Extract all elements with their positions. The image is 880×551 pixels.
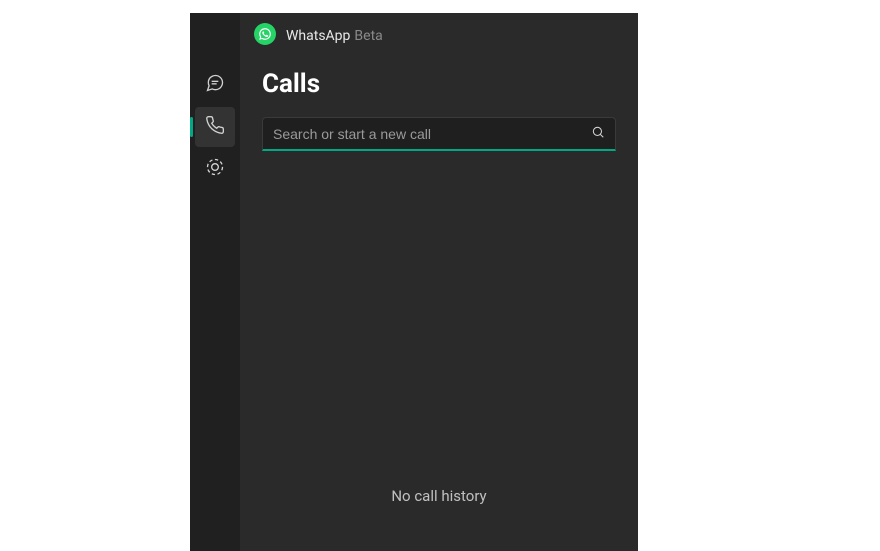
app-window: WhatsAppBeta Calls No call history	[190, 13, 638, 551]
app-title-group: WhatsAppBeta	[286, 25, 383, 44]
app-beta-label: Beta	[354, 28, 382, 44]
sidebar	[190, 13, 240, 551]
search-icon	[591, 125, 605, 142]
empty-state-message: No call history	[240, 487, 638, 505]
sidebar-item-chats[interactable]	[195, 65, 235, 105]
search-button[interactable]	[581, 118, 615, 149]
app-name: WhatsApp	[286, 28, 350, 44]
search-input[interactable]	[263, 118, 581, 149]
sidebar-item-status[interactable]	[195, 149, 235, 189]
sidebar-item-calls[interactable]	[195, 107, 235, 147]
status-icon	[205, 157, 225, 181]
app-header: WhatsAppBeta	[240, 13, 638, 55]
search-box[interactable]	[262, 117, 616, 151]
main-panel: WhatsAppBeta Calls No call history	[240, 13, 638, 551]
chat-icon	[205, 73, 225, 97]
phone-icon	[205, 115, 225, 139]
whatsapp-logo-icon	[254, 23, 276, 45]
page-title: Calls	[240, 55, 638, 109]
search-container	[240, 109, 638, 151]
